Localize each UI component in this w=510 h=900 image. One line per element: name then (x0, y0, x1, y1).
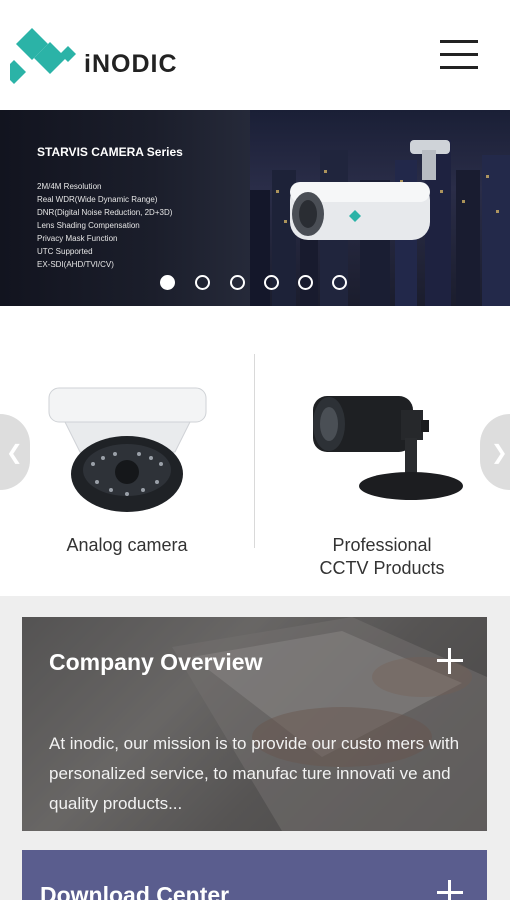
banner-feature: DNR(Digital Noise Reduction, 2D+3D) (37, 208, 173, 217)
chevron-right-icon: ❯ (491, 442, 508, 464)
hamburger-icon[interactable] (440, 40, 478, 72)
banner-feature: 2M/4M Resolution (37, 182, 102, 191)
bullet-camera-image (313, 396, 463, 500)
slider-dot-3[interactable] (230, 275, 245, 290)
banner-title: STARVIS CAMERA Series (37, 145, 183, 159)
product-label-line: CCTV Products (319, 558, 445, 578)
download-center-title: Download Center (40, 882, 230, 900)
city-night-image (250, 110, 510, 306)
plus-icon[interactable] (437, 648, 463, 674)
plus-icon[interactable] (437, 880, 463, 900)
slider-dot-6[interactable] (332, 275, 347, 290)
company-overview-text: At inodic, our mission is to provide our… (49, 734, 460, 813)
slider-dot-1[interactable] (160, 275, 175, 290)
hero-banner[interactable]: STARVIS CAMERA Series 2M/4M Resolution R… (0, 110, 510, 306)
logo-mark-icon (2, 28, 76, 84)
banner-feature: EX-SDI(AHD/TVI/CV) (37, 260, 114, 269)
slider-dot-4[interactable] (264, 275, 279, 290)
header: iNODIC (0, 0, 510, 110)
company-overview-title: Company Overview (49, 649, 263, 675)
product-label: Professional CCTV Products (282, 534, 482, 580)
banner-feature: Privacy Mask Function (37, 234, 118, 243)
company-overview-card[interactable]: Company Overview At inodic, our mission … (22, 617, 487, 831)
download-center-card[interactable]: Download Center (22, 850, 487, 900)
carousel-prev-button[interactable]: ❮ (0, 414, 30, 490)
product-divider (254, 354, 255, 548)
banner-feature: Real WDR(Wide Dynamic Range) (37, 195, 158, 204)
product-label: Analog camera (66, 535, 188, 555)
logo-text: iNODIC (84, 50, 178, 78)
chevron-left-icon: ❮ (6, 442, 23, 464)
banner-feature: Lens Shading Compensation (37, 221, 140, 230)
slider-dot-2[interactable] (195, 275, 210, 290)
carousel-next-button[interactable]: ❯ (480, 414, 510, 490)
banner-feature: UTC Supported (37, 247, 93, 256)
product-carousel: ❮ ❯ Analog camera Professional CCTV Prod… (0, 306, 510, 596)
dome-camera-image (48, 387, 207, 512)
slider-dot-5[interactable] (298, 275, 313, 290)
product-label-line: Professional (332, 535, 432, 555)
banner-feature-list: 2M/4M Resolution Real WDR(Wide Dynamic R… (37, 180, 172, 271)
